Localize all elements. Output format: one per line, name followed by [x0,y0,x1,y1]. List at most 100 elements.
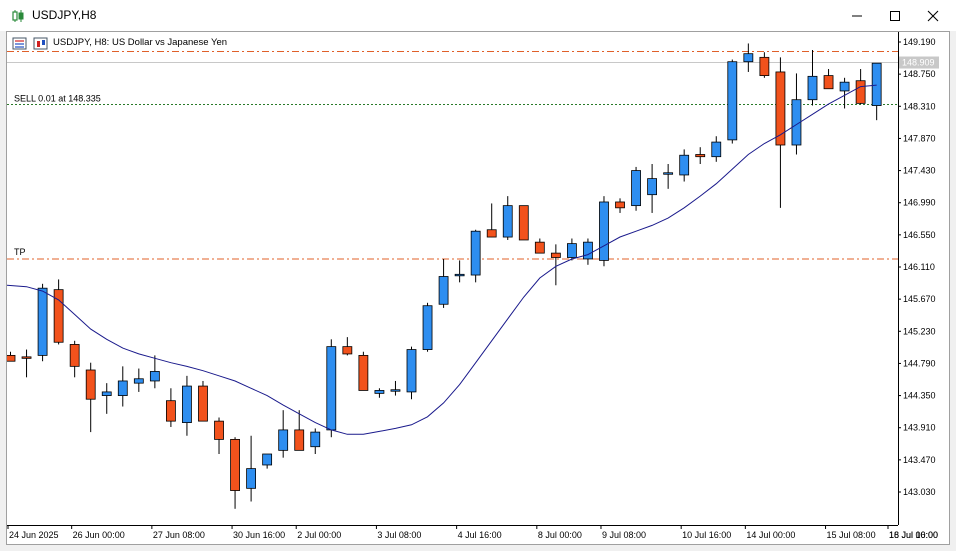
candle-body [101,391,112,396]
chart-header-icons [12,37,48,50]
window-titlebar: USDJPY,H8 [0,0,956,31]
candle [599,196,609,267]
candle [310,428,321,455]
candle [727,59,738,144]
candle-body [502,205,513,238]
candle [631,166,641,211]
candle-body [117,380,128,396]
candle-body [326,346,337,431]
candle [390,380,401,396]
candle-body [230,438,240,491]
time-tick-label: 18 Jul 00:00 [889,530,938,540]
candle [454,260,465,283]
candle-body [310,431,321,448]
time-tick-label: 27 Jun 08:00 [153,530,205,540]
candle-body [149,371,160,382]
candle-body [294,429,305,451]
candle-body [342,346,353,355]
candle [823,69,834,90]
candle-body [198,385,208,422]
close-icon [927,10,939,22]
candle [101,383,112,414]
candle-body [855,80,866,104]
candle [278,410,289,458]
time-tick-label: 14 Jul 00:00 [746,530,795,540]
candle-body [599,201,609,261]
candle-body [775,71,786,146]
time-tick-label: 30 Jun 16:00 [233,530,285,540]
close-button[interactable] [910,0,956,31]
candle [85,362,96,433]
candle-body [663,172,674,175]
candle [214,417,224,455]
candle-body [53,289,64,343]
candle-body [486,229,497,238]
price-tick-label: 146.990 [903,198,936,208]
candle [470,229,481,283]
candle [53,279,64,345]
candle [438,258,449,308]
sell-order-label[interactable]: SELL 0.01 at 148.335 [14,94,101,104]
candle-body [631,170,641,207]
candle [791,73,802,155]
candle [342,337,353,356]
chart-frame-lines [7,32,899,526]
candle-body [583,241,593,260]
candle [615,198,625,213]
candle-body [615,201,625,209]
candle [374,388,385,398]
candle-body [567,243,577,258]
take-profit-label[interactable]: TP [14,247,26,257]
price-tick-label: 149.190 [903,37,936,47]
current-price-label: 148.909 [902,58,935,68]
candle [182,375,192,436]
candle [679,149,690,182]
candle [663,163,674,189]
candle [422,302,433,352]
candle-body [390,389,401,392]
candle-body [214,420,224,440]
time-tick-label: 9 Jul 08:00 [602,530,646,540]
candle-body [182,385,192,424]
price-tick-label: 143.470 [903,455,936,465]
candle-body [550,252,561,258]
candle [358,351,369,391]
candle-body [743,53,754,63]
price-tick-label: 146.550 [903,230,936,240]
candle [486,203,497,238]
candle-body [695,154,706,158]
price-tick-label: 145.670 [903,294,936,304]
candles [7,43,882,509]
candle-body [85,369,96,400]
candle-body [711,141,722,158]
price-chart[interactable]: 149.190 148.750 148.310 147.870 147.430 146.9… [7,32,949,544]
candle [759,52,770,78]
candle-body [534,241,545,254]
price-tick-label: 148.750 [903,69,936,79]
candle-body [438,276,449,305]
candle [567,238,577,261]
candle [518,205,529,241]
candle-body [278,429,289,451]
price-tick-label: 143.910 [903,423,936,433]
candle-body [823,75,834,90]
candle-body [69,344,80,367]
candle [230,437,240,509]
price-tick-label: 148.310 [903,101,936,111]
candle-body [246,468,257,489]
candle [695,147,706,164]
candle [743,43,754,72]
price-tick-label: 147.430 [903,166,936,176]
time-tick-label: 3 Jul 08:00 [377,530,421,540]
time-tick-label: 26 Jun 00:00 [73,530,125,540]
candle [37,283,48,362]
candle-body [454,273,465,277]
candle-body [679,154,690,176]
chart-settings-icon [33,37,48,50]
price-tick-label: 147.870 [903,133,936,143]
candle-body [871,62,882,106]
candle-body [7,354,16,362]
candle [326,339,337,438]
price-tick-label: 144.350 [903,391,936,401]
candle-body [647,178,657,196]
